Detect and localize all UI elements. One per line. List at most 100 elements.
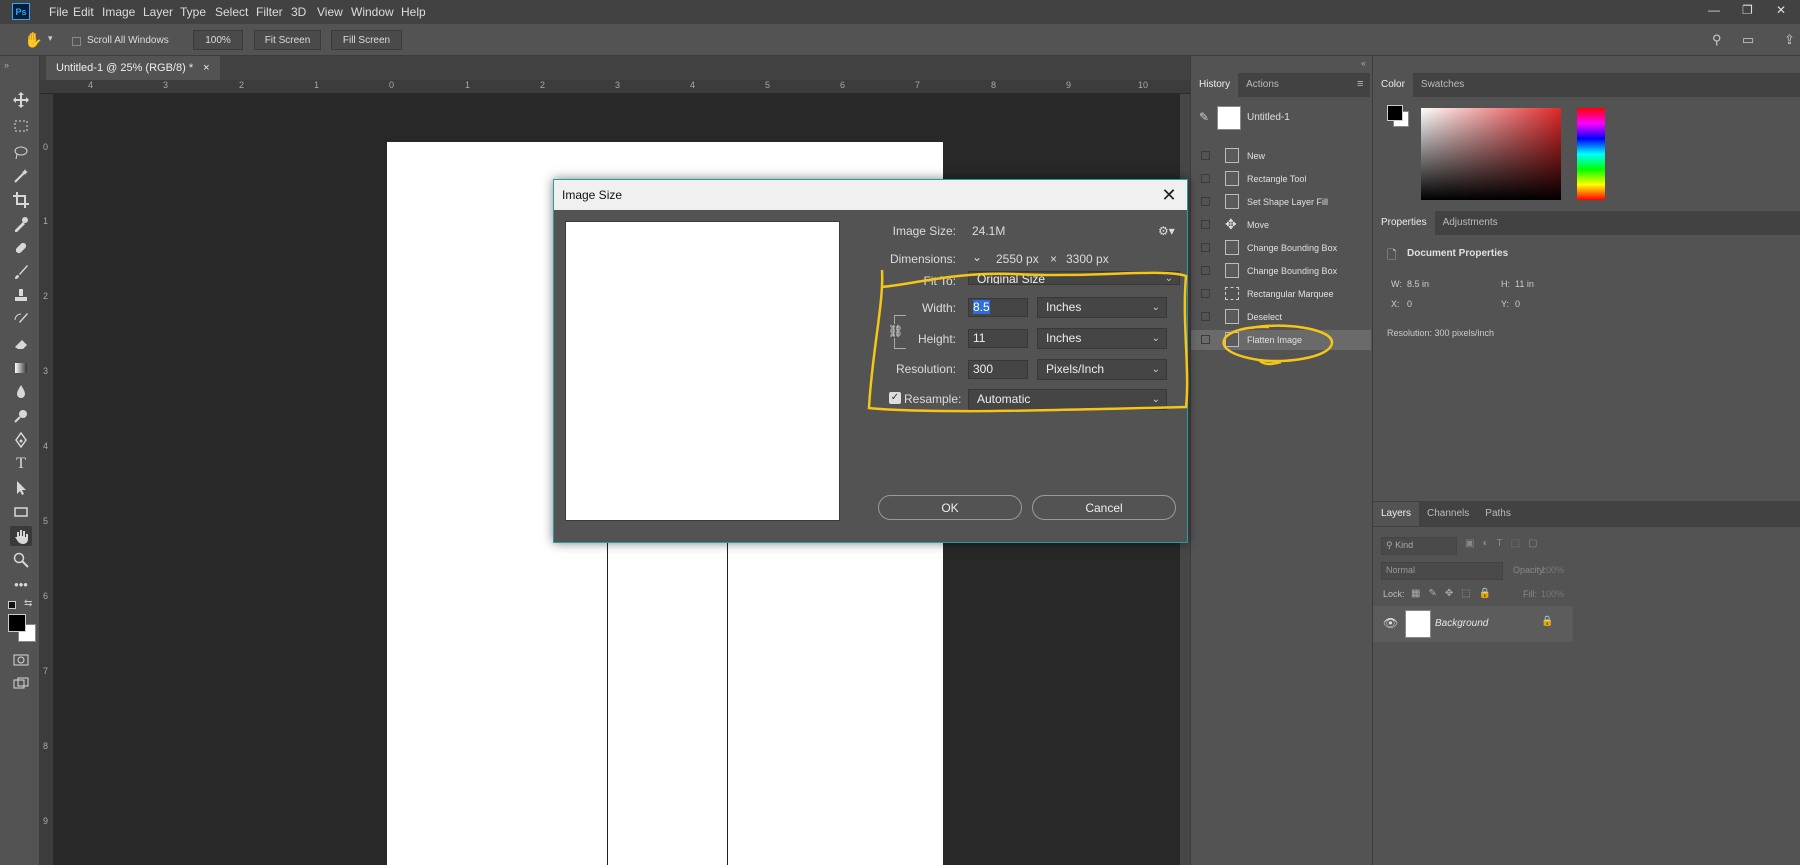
lock-icons[interactable]: ▦✎✥⬚🔒: [1411, 588, 1499, 599]
history-item[interactable]: Rectangular Marquee: [1191, 284, 1371, 304]
marquee-icon: [1225, 287, 1239, 300]
close-tab-icon[interactable]: ×: [203, 56, 209, 80]
screen-mode-icon[interactable]: [10, 674, 32, 694]
y-value[interactable]: 0: [1515, 299, 1520, 309]
tab-swatches[interactable]: Swatches: [1413, 73, 1472, 97]
search-icon[interactable]: ⚲: [1712, 32, 1722, 48]
menu-view[interactable]: View: [317, 0, 343, 24]
menu-layer[interactable]: Layer: [143, 0, 173, 24]
healing-brush-tool-icon[interactable]: [10, 238, 32, 258]
menu-select[interactable]: Select: [215, 0, 248, 24]
gradient-tool-icon[interactable]: [10, 358, 32, 378]
fill-value[interactable]: 100%: [1541, 589, 1564, 599]
layer-filter-icons[interactable]: ▣◐T⬚▢: [1465, 538, 1546, 549]
ruler-tick-label: 5: [765, 80, 771, 90]
menu-edit[interactable]: Edit: [73, 0, 94, 24]
marquee-tool-icon[interactable]: [10, 116, 32, 136]
history-item[interactable]: New: [1191, 146, 1371, 166]
layer-filter-kind[interactable]: ⚲ Kind: [1381, 537, 1457, 555]
pen-tool-icon[interactable]: [10, 430, 32, 450]
history-panel: « History Actions ≡ ✎ Untitled-1 New Rec…: [1190, 56, 1371, 865]
history-brush-source-icon[interactable]: ✎: [1199, 110, 1209, 124]
width-value[interactable]: 8.5 in: [1407, 279, 1429, 289]
tab-properties[interactable]: Properties: [1373, 211, 1435, 235]
blur-tool-icon[interactable]: [10, 382, 32, 402]
default-colors-icon[interactable]: [8, 601, 16, 609]
hand-tool-preset-icon[interactable]: ✋: [24, 31, 43, 49]
ruler-tick-label: 1: [314, 80, 320, 90]
workspace-icon[interactable]: ▭: [1742, 32, 1754, 48]
tab-adjustments[interactable]: Adjustments: [1435, 211, 1506, 235]
history-snapshot[interactable]: ✎ Untitled-1: [1191, 100, 1371, 136]
ok-button[interactable]: OK: [878, 495, 1022, 520]
document-tab[interactable]: Untitled-1 @ 25% (RGB/8) * ×: [46, 56, 220, 80]
color-picker-field[interactable]: [1421, 108, 1561, 200]
hue-slider[interactable]: [1577, 108, 1605, 200]
lasso-tool-icon[interactable]: [10, 142, 32, 162]
fill-screen-button[interactable]: Fill Screen: [331, 30, 402, 50]
menu-image[interactable]: Image: [102, 0, 135, 24]
rectangle-tool-icon[interactable]: [10, 502, 32, 522]
tab-actions[interactable]: Actions: [1238, 73, 1287, 97]
menu-filter[interactable]: Filter: [256, 0, 283, 24]
swap-colors-icon[interactable]: ⇆: [24, 598, 32, 609]
magic-wand-tool-icon[interactable]: [10, 166, 32, 186]
close-icon[interactable]: ✕: [1159, 185, 1179, 205]
blend-mode-select[interactable]: Normal: [1381, 562, 1503, 580]
image-preview[interactable]: [565, 221, 840, 521]
zoom-tool-icon[interactable]: [10, 550, 32, 570]
rectangle-edge: [727, 522, 728, 865]
history-item[interactable]: Rectangle Tool: [1191, 169, 1371, 189]
type-tool-icon[interactable]: T: [10, 454, 32, 474]
tab-channels[interactable]: Channels: [1419, 502, 1477, 526]
scroll-all-windows-checkbox[interactable]: [72, 37, 81, 46]
hand-tool-icon[interactable]: [10, 526, 32, 546]
tab-layers[interactable]: Layers: [1373, 502, 1420, 526]
eyedropper-tool-icon[interactable]: [10, 214, 32, 234]
history-item[interactable]: Change Bounding Box: [1191, 261, 1371, 281]
menu-file[interactable]: File: [49, 0, 68, 24]
history-brush-tool-icon[interactable]: [10, 310, 32, 330]
stamp-tool-icon[interactable]: [10, 286, 32, 306]
menu-3d[interactable]: 3D: [291, 0, 306, 24]
tab-history[interactable]: History: [1191, 73, 1239, 97]
layer-row[interactable]: 👁 Background 🔒: [1373, 606, 1573, 642]
history-item[interactable]: ✥ Move: [1191, 215, 1371, 235]
color-tabs: Color Swatches: [1373, 73, 1800, 97]
path-selection-tool-icon[interactable]: [10, 478, 32, 498]
foreground-color-chip[interactable]: [1387, 105, 1403, 121]
history-item[interactable]: Change Bounding Box: [1191, 238, 1371, 258]
menu-type[interactable]: Type: [180, 0, 206, 24]
ruler-tick-label: 3: [163, 80, 169, 90]
opacity-value[interactable]: 100%: [1541, 565, 1564, 575]
eraser-tool-icon[interactable]: [10, 334, 32, 354]
menu-window[interactable]: Window: [351, 0, 394, 24]
minimize-icon[interactable]: —: [1708, 3, 1720, 17]
collapse-icon[interactable]: »: [4, 60, 9, 70]
zoom-100-button[interactable]: 100%: [193, 30, 243, 50]
maximize-icon[interactable]: ❐: [1742, 3, 1753, 17]
visibility-eye-icon[interactable]: 👁: [1383, 616, 1398, 630]
close-window-icon[interactable]: ✕: [1776, 3, 1786, 17]
quick-mask-icon[interactable]: [10, 650, 32, 670]
crop-tool-icon[interactable]: [10, 190, 32, 210]
foreground-color-swatch[interactable]: [8, 614, 26, 632]
collapse-icon[interactable]: «: [1361, 58, 1366, 68]
height-value[interactable]: 11 in: [1515, 279, 1534, 289]
share-icon[interactable]: ⇪: [1784, 32, 1795, 48]
fit-screen-button[interactable]: Fit Screen: [254, 30, 321, 50]
more-tools-icon[interactable]: •••: [10, 574, 32, 594]
history-item[interactable]: Set Shape Layer Fill: [1191, 192, 1371, 212]
chevron-down-icon[interactable]: ▾: [48, 33, 53, 44]
x-value[interactable]: 0: [1407, 299, 1412, 309]
move-tool-icon[interactable]: [10, 90, 32, 110]
tab-color[interactable]: Color: [1373, 73, 1413, 97]
panel-menu-icon[interactable]: ≡: [1357, 78, 1363, 90]
gear-icon[interactable]: ⚙▾: [1158, 224, 1175, 238]
cancel-button[interactable]: Cancel: [1032, 495, 1176, 520]
layer-name[interactable]: Background: [1435, 618, 1488, 629]
dodge-tool-icon[interactable]: [10, 406, 32, 426]
brush-tool-icon[interactable]: [10, 262, 32, 282]
tab-paths[interactable]: Paths: [1477, 502, 1519, 526]
menu-help[interactable]: Help: [401, 0, 426, 24]
